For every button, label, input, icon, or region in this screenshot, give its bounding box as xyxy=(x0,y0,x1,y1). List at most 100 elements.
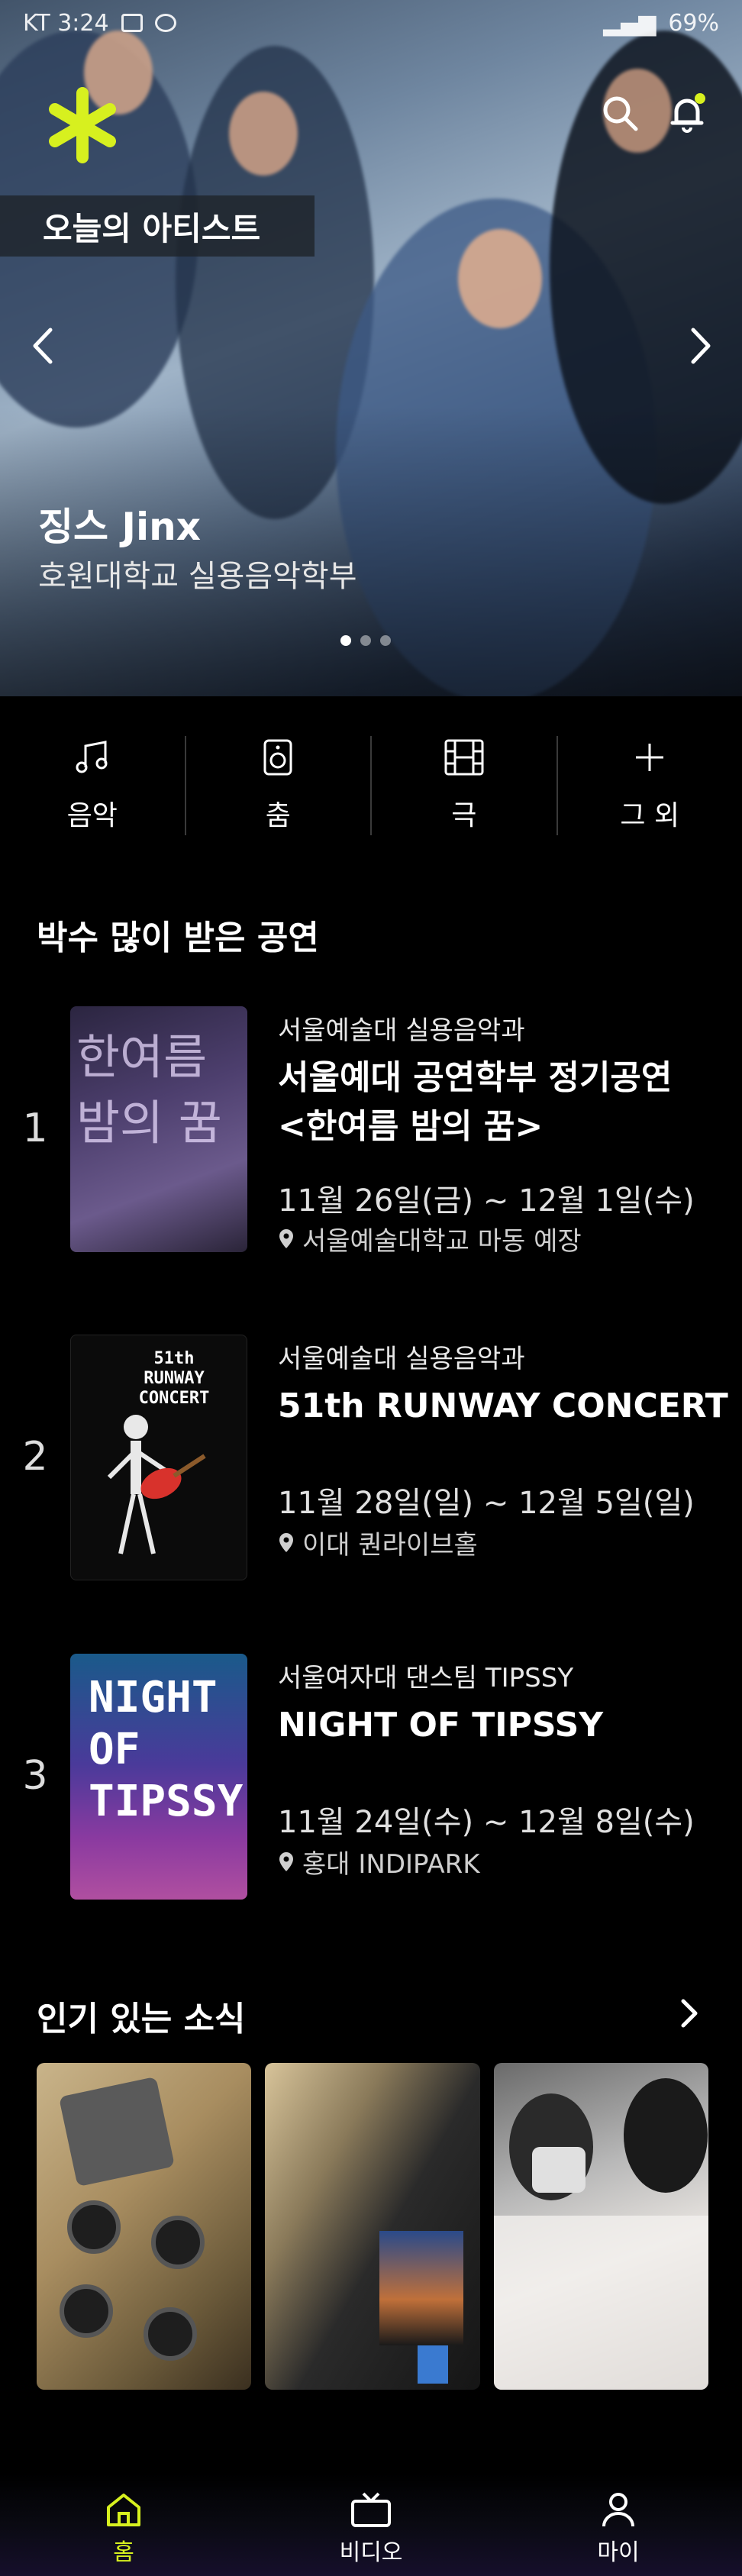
news-more-button[interactable] xyxy=(670,1994,708,2032)
poster-line: CONCERT xyxy=(138,1389,210,1408)
popular-shows-title: 박수 많이 받은 공연 xyxy=(37,918,319,957)
poster-line: RUNWAY xyxy=(144,1369,205,1388)
location-pin-icon xyxy=(279,1228,293,1248)
show-organizer: 서울예술대 실용음악과 xyxy=(278,1344,525,1374)
nav-label: 비디오 xyxy=(339,2539,403,2566)
show-title: NIGHT OF TIPSSY xyxy=(278,1701,728,1750)
carousel-indicator xyxy=(340,635,391,646)
hero-face-shape xyxy=(229,92,298,176)
guitar-knob-shape xyxy=(67,2200,121,2254)
show-item[interactable]: 1 한여름 밤의 꿈 서울예술대 실용음악과 서울예대 공연학부 정기공연 <한… xyxy=(0,1006,742,1258)
show-rank: 1 xyxy=(22,1106,48,1151)
location-pin-icon xyxy=(279,1851,293,1871)
app-logo[interactable] xyxy=(44,87,121,163)
chevron-left-icon xyxy=(33,328,53,364)
bell-icon xyxy=(670,93,705,133)
show-venue: 홍대 INDIPARK xyxy=(278,1843,480,1880)
hero-next-button[interactable] xyxy=(682,327,721,365)
today-artist-tag: 오늘의 아티스트 xyxy=(0,195,315,257)
show-organizer: 서울예술대 실용음악과 xyxy=(278,1015,525,1046)
show-venue-text: 홍대 INDIPARK xyxy=(302,1849,480,1880)
poster-title: 한여름 밤의 꿈 xyxy=(76,1029,222,1151)
news-list xyxy=(37,2063,708,2390)
nav-label: 마이 xyxy=(597,2539,640,2566)
clothing-shape xyxy=(493,2216,708,2390)
carousel-dot[interactable] xyxy=(340,635,351,646)
signal-icon: ▂▄▆ xyxy=(603,9,657,37)
category-dance[interactable]: 춤 xyxy=(186,736,372,835)
carousel-dot[interactable] xyxy=(380,635,391,646)
news-thumbnail[interactable] xyxy=(493,2063,708,2390)
category-label: 그 외 xyxy=(620,800,680,831)
category-theater[interactable]: 극 xyxy=(372,736,558,835)
category-label: 춤 xyxy=(265,800,291,831)
guitar-knob-shape xyxy=(144,2307,197,2361)
battery-text: 69% xyxy=(668,9,719,37)
category-etc[interactable]: 그 외 xyxy=(558,736,742,835)
show-title-line: 서울예대 공연학부 정기공연 xyxy=(278,1058,673,1097)
show-title-line: 51th RUNWAY CONCERT xyxy=(278,1386,728,1425)
show-poster[interactable]: 51th RUNWAY CONCERT xyxy=(70,1335,247,1580)
location-pin-icon xyxy=(279,1532,293,1552)
show-title: 51th RUNWAY CONCERT xyxy=(278,1382,728,1431)
film-icon xyxy=(444,739,484,776)
hero-banner[interactable]: KT 3:24 ▂▄▆ 69% 오늘의 아티스트 징스 Jinx 호원대학교 실… xyxy=(0,0,742,696)
carrier-time: KT 3:24 xyxy=(23,9,109,37)
show-title-line: NIGHT OF TIPSSY xyxy=(278,1706,604,1745)
talk-icon xyxy=(154,14,176,32)
speaker-icon xyxy=(263,739,292,776)
search-button[interactable] xyxy=(592,86,647,140)
search-icon xyxy=(603,96,638,131)
tv-icon xyxy=(351,2492,391,2527)
home-icon xyxy=(107,2494,140,2526)
show-poster[interactable]: 한여름 밤의 꿈 xyxy=(70,1006,247,1252)
show-rank: 3 xyxy=(22,1753,48,1799)
nav-video[interactable]: 비디오 xyxy=(247,2474,495,2576)
news-thumbnail[interactable] xyxy=(265,2063,480,2390)
show-item[interactable]: 3 NIGHT OF TIPSSY 서울여자대 댄스팀 TIPSSY NIGHT… xyxy=(0,1654,742,1906)
mask-shape xyxy=(531,2147,586,2193)
nav-label: 홈 xyxy=(113,2539,134,2566)
show-title-line: <한여름 밤의 꿈> xyxy=(278,1107,544,1146)
show-poster[interactable]: NIGHT OF TIPSSY xyxy=(70,1654,247,1900)
category-bar: 음악 춤 극 그 외 xyxy=(0,736,742,835)
show-venue-text: 이대 퀀라이브홀 xyxy=(302,1530,478,1561)
show-item[interactable]: 2 51th RUNWAY CONCERT 서울예술대 실용음악과 51th R… xyxy=(0,1335,742,1587)
hero-prev-button[interactable] xyxy=(23,327,61,365)
gallery-icon xyxy=(121,14,143,32)
chevron-right-icon xyxy=(691,328,711,364)
category-label: 음악 xyxy=(66,800,118,831)
music-note-icon xyxy=(76,741,108,773)
show-title: 서울예대 공연학부 정기공연 <한여름 밤의 꿈> xyxy=(278,1054,728,1151)
chevron-right-icon xyxy=(681,1999,698,2028)
show-organizer: 서울여자대 댄스팀 TIPSSY xyxy=(278,1663,574,1693)
show-venue: 서울예술대학교 마동 예장 xyxy=(278,1220,582,1257)
show-venue-text: 서울예술대학교 마동 예장 xyxy=(302,1226,582,1257)
artist-school: 호원대학교 실용음악학부 xyxy=(38,559,357,594)
plus-icon xyxy=(636,744,664,771)
category-music[interactable]: 음악 xyxy=(0,736,186,835)
show-venue: 이대 퀀라이브홀 xyxy=(278,1524,478,1561)
guitar-knob-shape xyxy=(60,2284,113,2338)
category-label: 극 xyxy=(451,800,477,831)
nav-my[interactable]: 마이 xyxy=(495,2474,742,2576)
poster-line: NIGHT xyxy=(89,1673,218,1722)
news-thumbnail[interactable] xyxy=(37,2063,252,2390)
poster-line: TIPSSY xyxy=(89,1777,244,1826)
status-bar: KT 3:24 ▂▄▆ 69% xyxy=(0,0,742,46)
show-dates: 11월 28일(일) ~ 12월 5일(일) xyxy=(278,1486,695,1521)
show-rank: 2 xyxy=(22,1434,48,1480)
poster-line: OF xyxy=(89,1725,140,1774)
popular-news-title: 인기 있는 소식 xyxy=(37,2000,246,2039)
skeleton-guitar-art xyxy=(107,1415,206,1554)
nav-home[interactable]: 홈 xyxy=(0,2474,247,2576)
bottom-navigation: 홈 비디오 마이 xyxy=(0,2474,742,2576)
object-shape xyxy=(418,2345,449,2384)
show-dates: 11월 26일(금) ~ 12월 1일(수) xyxy=(278,1183,695,1219)
artist-name: 징스 Jinx xyxy=(38,505,201,549)
person-head-shape xyxy=(623,2078,708,2193)
jacket-patch-shape xyxy=(379,2231,464,2345)
carousel-dot[interactable] xyxy=(360,635,371,646)
poster-line: 51th xyxy=(153,1349,195,1368)
notification-button[interactable] xyxy=(660,86,715,140)
